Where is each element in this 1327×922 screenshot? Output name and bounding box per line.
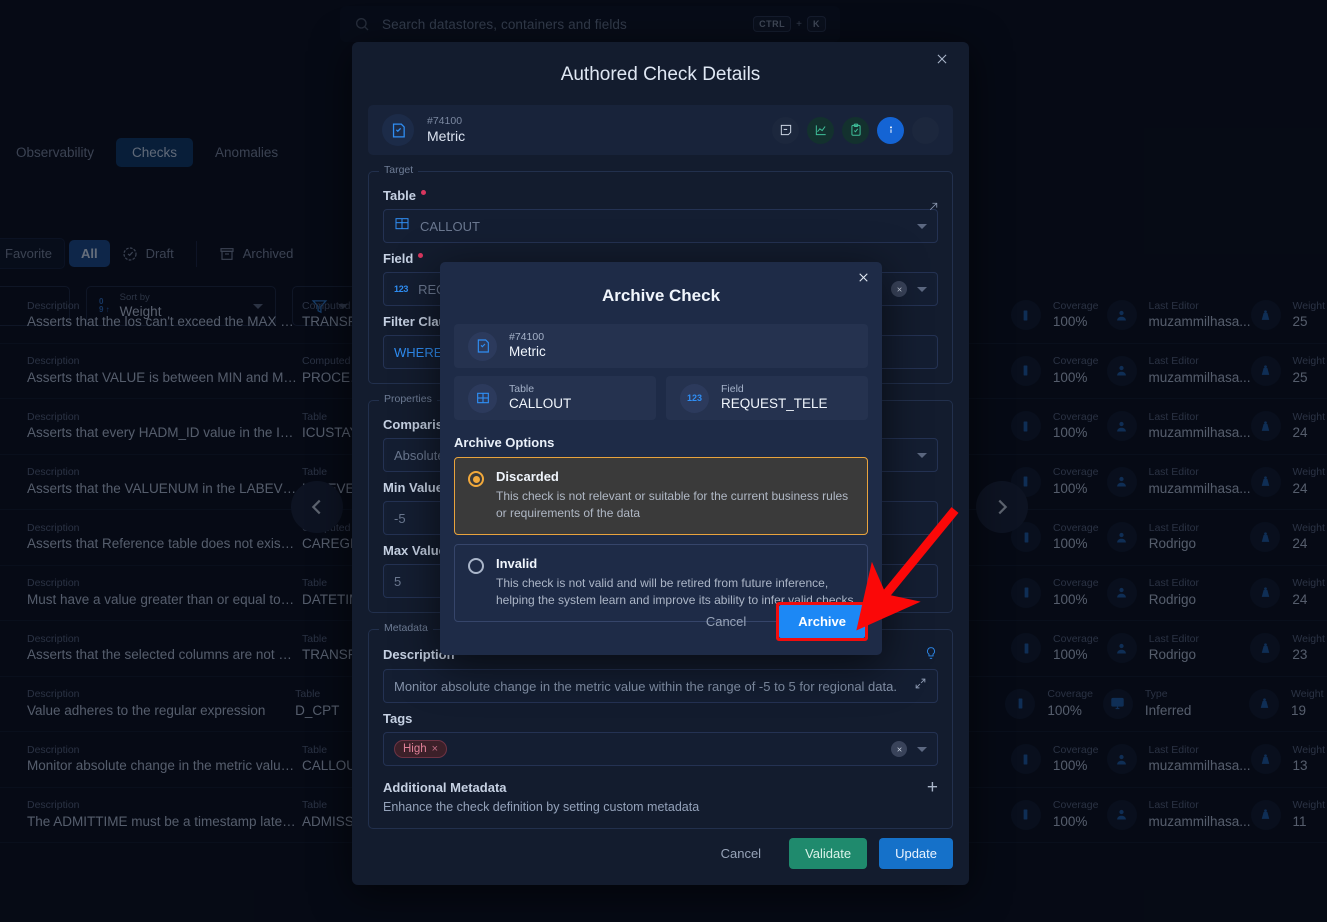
tags-input[interactable]: High ×	[383, 732, 938, 766]
validate-button[interactable]: Validate	[789, 838, 868, 869]
dialog-field-label: Field	[721, 383, 744, 395]
metadata-legend: Metadata	[379, 622, 433, 634]
chevron-down-icon	[917, 223, 927, 229]
option-invalid-label: Invalid	[496, 555, 538, 571]
archive-options-title: Archive Options	[454, 435, 555, 450]
dialog-table-label: Table	[509, 383, 535, 395]
dialog-check-id: #74100	[509, 331, 545, 343]
clipboard-check-icon[interactable]	[842, 116, 869, 144]
table-icon	[394, 216, 410, 237]
dialog-table-value: CALLOUT	[509, 396, 572, 412]
number-type-icon: 123	[394, 284, 409, 294]
description-input[interactable]: Monitor absolute change in the metric va…	[383, 669, 938, 703]
clear-icon[interactable]	[891, 281, 907, 297]
required-dot	[418, 253, 424, 258]
additional-metadata-row: Additional Metadata +	[383, 778, 938, 797]
chevron-down-icon	[917, 286, 927, 292]
option-discarded-description: This check is not relevant or suitable f…	[496, 489, 849, 521]
dialog-cancel-button[interactable]: Cancel	[690, 606, 762, 637]
radio-discarded[interactable]	[468, 471, 484, 487]
min-value-label: Min Value	[383, 480, 443, 495]
max-value-label: Max Value	[383, 543, 446, 558]
chevron-down-icon	[917, 452, 927, 458]
additional-metadata-subtitle: Enhance the check definition by setting …	[383, 800, 700, 814]
dialog-field-value: REQUEST_TELE	[721, 396, 828, 412]
archive-check-dialog: Archive Check #74100 Metric Table CALLOU…	[440, 262, 882, 655]
dialog-check-type: Metric	[509, 344, 546, 360]
chevron-down-icon	[917, 746, 927, 752]
modal-footer-actions: Cancel Validate Update	[705, 838, 953, 869]
page-title: Authored Check Details	[560, 64, 761, 85]
description-value: Monitor absolute change in the metric va…	[394, 678, 897, 694]
target-legend: Target	[379, 164, 419, 176]
more-vertical-icon[interactable]	[912, 116, 939, 144]
where-keyword: WHERE	[394, 344, 443, 360]
check-id: #74100	[427, 114, 463, 127]
additional-metadata-title: Additional Metadata	[383, 780, 507, 795]
plus-icon[interactable]: +	[927, 778, 938, 797]
check-header-actions	[772, 116, 939, 144]
dialog-table-card: Table CALLOUT	[454, 376, 656, 420]
field-label: Field	[383, 251, 414, 266]
clear-icon[interactable]	[891, 741, 907, 757]
archive-option-discarded[interactable]: Discarded This check is not relevant or …	[454, 457, 868, 535]
dialog-check-card: #74100 Metric	[454, 324, 868, 368]
update-button[interactable]: Update	[879, 838, 953, 869]
tag-label: High	[403, 743, 427, 755]
close-icon[interactable]	[935, 52, 955, 72]
number-type-icon: 123	[680, 383, 709, 413]
dialog-footer-actions: Cancel Archive	[690, 602, 868, 641]
archive-button[interactable]: Archive	[779, 605, 865, 638]
chart-line-icon[interactable]	[807, 116, 834, 144]
table-label: Table	[383, 188, 416, 203]
check-header: #74100 Metric	[368, 105, 953, 155]
metadata-fieldset: Metadata Description Monitor absolute ch…	[368, 622, 953, 829]
required-dot	[421, 190, 426, 195]
tag-remove-icon[interactable]: ×	[432, 743, 438, 755]
note-icon[interactable]	[772, 116, 799, 144]
archive-button-highlight: Archive	[776, 602, 868, 641]
check-type-icon	[382, 114, 414, 146]
table-icon	[468, 383, 497, 413]
check-type-icon	[468, 331, 497, 361]
tags-label: Tags	[383, 711, 413, 726]
close-icon[interactable]	[857, 271, 870, 289]
expand-textarea-icon[interactable]	[914, 677, 927, 695]
table-value: CALLOUT	[420, 218, 480, 234]
check-type: Metric	[427, 127, 466, 144]
radio-invalid[interactable]	[468, 557, 484, 574]
dialog-field-card: 123 Field REQUEST_TELE	[666, 376, 868, 420]
open-external-icon[interactable]	[927, 200, 940, 218]
info-icon[interactable]	[877, 116, 904, 144]
table-select[interactable]: CALLOUT	[383, 209, 938, 243]
cancel-button[interactable]: Cancel	[705, 838, 777, 869]
properties-legend: Properties	[379, 393, 437, 405]
dialog-title: Archive Check	[601, 286, 721, 305]
tag-chip[interactable]: High ×	[394, 740, 448, 758]
lightbulb-icon[interactable]	[924, 646, 938, 663]
app-root: Search datastores, containers and fields…	[0, 0, 1327, 922]
option-discarded-label: Discarded	[496, 469, 559, 484]
